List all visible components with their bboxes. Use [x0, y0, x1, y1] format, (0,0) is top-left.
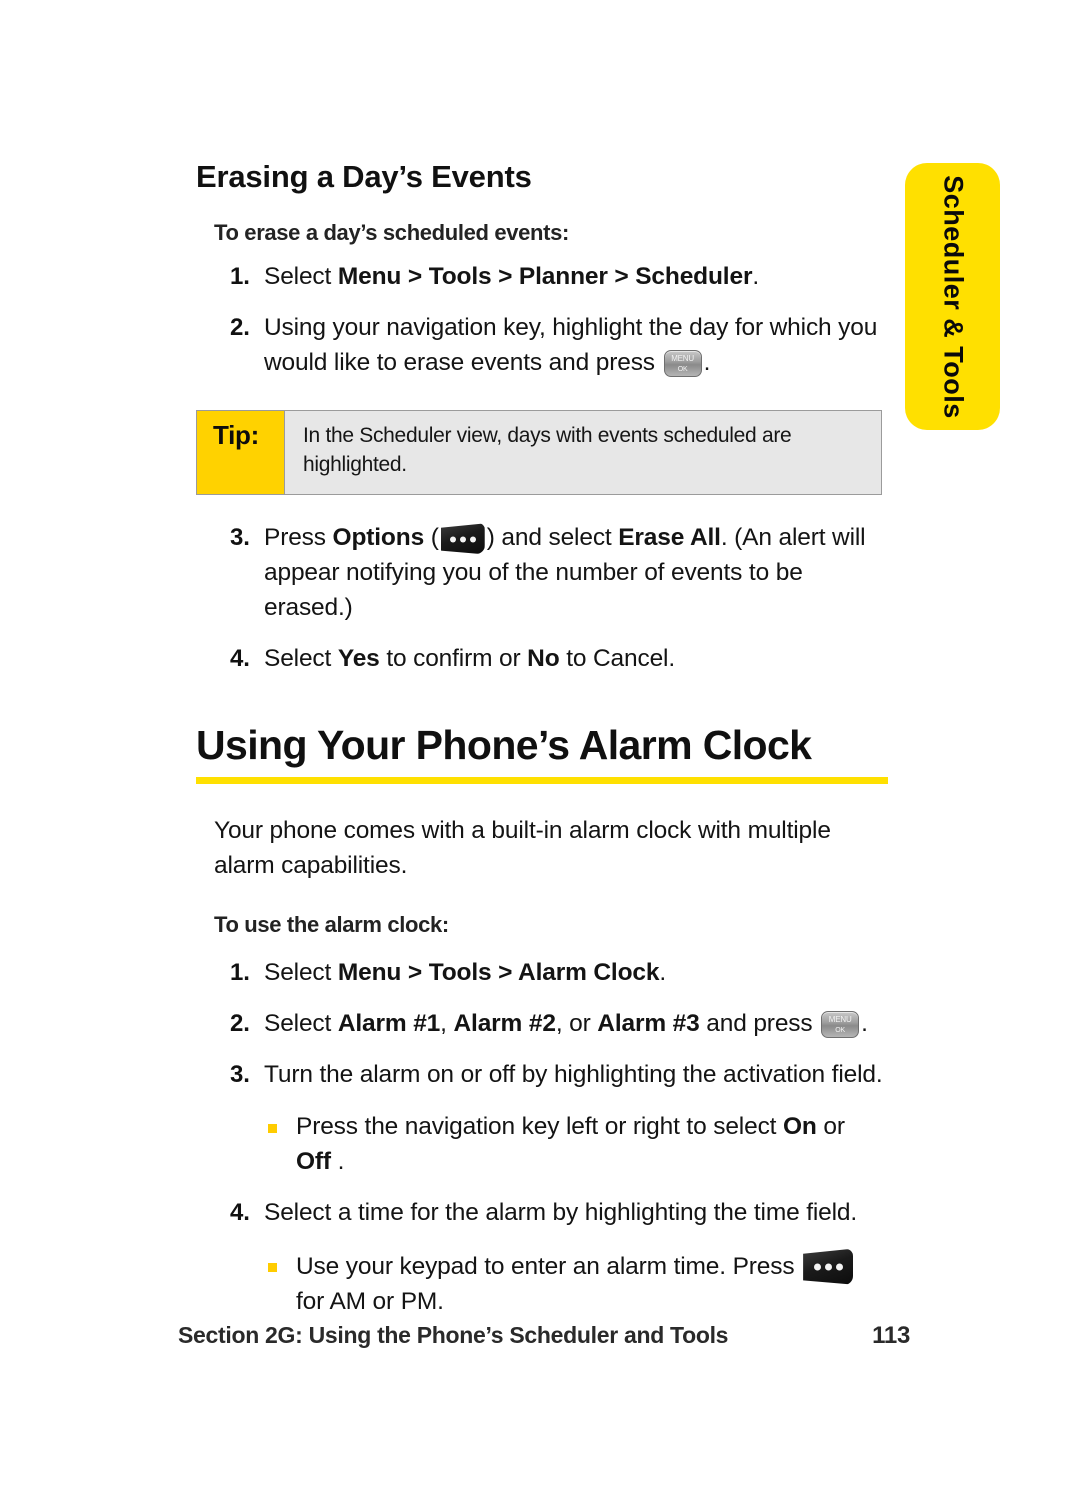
options-key-icon: [803, 1248, 854, 1285]
step-text: Select Menu > Tools > Planner > Schedule…: [264, 263, 759, 291]
section-one-heading: Erasing a Day’s Events: [196, 159, 532, 194]
sub-bullet-list: Use your keypad to enter an alarm time. …: [264, 1248, 886, 1320]
step-number: 2.: [230, 313, 250, 341]
page-content: Erasing a Day’s Events To erase a day’s …: [196, 159, 888, 1319]
emphasis-text: Alarm #3: [597, 1009, 700, 1037]
list-item: 2. Using your navigation key, highlight …: [196, 311, 886, 381]
list-item: 4. Select a time for the alarm by highli…: [196, 1196, 886, 1320]
tip-text: In the Scheduler view, days with events …: [303, 424, 792, 477]
list-item: 3. Press Options () and select Erase All…: [196, 521, 886, 625]
section-one-lead-in: To erase a day’s scheduled events:: [214, 220, 569, 246]
square-bullet-icon: [268, 1262, 277, 1272]
menu-ok-key-icon: MENU OK: [663, 349, 702, 377]
manual-page: Scheduler & Tools Erasing a Day’s Events…: [0, 0, 1080, 1512]
tip-label: Tip:: [197, 411, 285, 495]
list-item: Use your keypad to enter an alarm time. …: [264, 1248, 886, 1320]
step-number: 3.: [230, 1060, 250, 1088]
side-thumb-tab: Scheduler & Tools: [905, 163, 1000, 430]
step-text: Select a time for the alarm by highlight…: [264, 1198, 858, 1226]
emphasis-text: No: [527, 644, 560, 672]
emphasis-text: Alarm #2: [453, 1009, 556, 1037]
step-number: 4.: [230, 1198, 250, 1226]
footer-section-label: Section 2G: Using the Phone’s Scheduler …: [178, 1322, 729, 1348]
step-text: Press Options () and select Erase All. (…: [264, 523, 866, 621]
section-one-steps-bottom: 3. Press Options () and select Erase All…: [196, 521, 886, 676]
section-two-intro: Your phone comes with a built-in alarm c…: [214, 817, 831, 880]
list-item: 2. Select Alarm #1, Alarm #2, or Alarm #…: [196, 1007, 886, 1042]
emphasis-text: Alarm #1: [337, 1009, 441, 1037]
step-text: Select Alarm #1, Alarm #2, or Alarm #3 a…: [264, 1009, 868, 1038]
bullet-text: Use your keypad to enter an alarm time. …: [296, 1248, 855, 1315]
heading-rule: [196, 777, 888, 785]
step-number: 1.: [230, 263, 250, 291]
emphasis-text: Yes: [337, 644, 380, 672]
page-title: Using Your Phone’s Alarm Clock: [196, 721, 812, 768]
step-text: Select Menu > Tools > Alarm Clock.: [264, 958, 667, 986]
menu-ok-key-icon: MENU OK: [821, 1010, 860, 1038]
side-tab-label: Scheduler & Tools: [938, 174, 968, 419]
emphasis-text: On: [782, 1113, 817, 1141]
page-footer: Section 2G: Using the Phone’s Scheduler …: [178, 1322, 918, 1350]
tip-callout: Tip: In the Scheduler view, days with ev…: [196, 410, 882, 496]
section-two-heading-block: Using Your Phone’s Alarm Clock: [196, 721, 888, 785]
emphasis-text: Erase All: [618, 524, 721, 552]
step-number: 1.: [230, 958, 250, 986]
section-two-steps: 1. Select Menu > Tools > Alarm Clock. 2.…: [196, 956, 886, 1319]
emphasis-text: Menu > Tools > Planner > Scheduler: [337, 263, 753, 291]
bullet-text: Press the navigation key left or right t…: [296, 1113, 845, 1176]
list-item: 1. Select Menu > Tools > Planner > Sched…: [196, 260, 886, 295]
emphasis-text: Off: [296, 1148, 331, 1176]
emphasis-text: Options: [332, 524, 425, 552]
step-text: Select Yes to confirm or No to Cancel.: [264, 644, 675, 672]
list-item: 3. Turn the alarm on or off by highlight…: [196, 1058, 886, 1180]
options-key-icon: [440, 523, 485, 555]
square-bullet-icon: [268, 1124, 277, 1134]
step-number: 4.: [230, 644, 250, 672]
list-item: 4. Select Yes to confirm or No to Cancel…: [196, 642, 886, 677]
list-item: 1. Select Menu > Tools > Alarm Clock.: [196, 956, 886, 991]
step-number: 2.: [230, 1009, 250, 1037]
step-text: Using your navigation key, highlight the…: [264, 313, 878, 377]
sub-bullet-list: Press the navigation key left or right t…: [264, 1110, 886, 1180]
section-two-lead-in: To use the alarm clock:: [214, 911, 449, 937]
section-one-steps-top: 1. Select Menu > Tools > Planner > Sched…: [196, 260, 886, 380]
step-number: 3.: [230, 524, 250, 552]
page-number: 113: [872, 1322, 910, 1349]
step-text: Turn the alarm on or off by highlighting…: [264, 1060, 883, 1088]
emphasis-text: Menu > Tools > Alarm Clock: [337, 958, 660, 986]
list-item: Press the navigation key left or right t…: [264, 1110, 886, 1180]
